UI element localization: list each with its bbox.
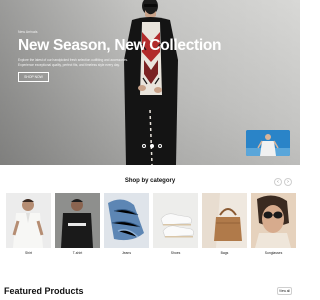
category-card-tshirt[interactable]: T-shirt <box>55 193 100 257</box>
hero-banner: New Arrivals New Season, New Collection … <box>0 0 300 165</box>
shop-by-category-title: Shop by category <box>124 178 176 184</box>
category-carousel: Shirt T-shirt Jeans Shoes Bags Sunglasse… <box>6 193 296 258</box>
category-prev-button[interactable]: ‹ <box>274 178 282 186</box>
hero-thumbnail-image[interactable] <box>246 130 290 156</box>
featured-products-title: Featured Products <box>4 286 84 296</box>
carousel-dot-2[interactable] <box>150 144 154 148</box>
category-image-jeans <box>104 193 149 248</box>
category-image-shoes <box>153 193 198 248</box>
hero-model-image <box>124 0 178 165</box>
category-label: Bags <box>220 251 229 255</box>
view-all-button[interactable]: View all <box>277 287 292 295</box>
chevron-left-icon: ‹ <box>277 179 279 185</box>
category-image-shirt <box>6 193 51 248</box>
carousel-dot-1[interactable] <box>142 144 146 148</box>
hero-title: New Season, New Collection <box>18 37 222 54</box>
carousel-dots <box>142 144 162 148</box>
category-label: Sunglasses <box>264 251 283 255</box>
category-image-tshirt <box>55 193 100 248</box>
category-label: Jeans <box>121 251 132 255</box>
category-label: Shirt <box>25 251 32 255</box>
shop-now-button[interactable]: SHOP NOW <box>18 72 49 82</box>
category-label: Shoes <box>170 251 181 255</box>
category-card-shoes[interactable]: Shoes <box>153 193 198 257</box>
category-image-sunglasses <box>251 193 296 248</box>
category-next-button[interactable]: › <box>284 178 292 186</box>
carousel-dot-3[interactable] <box>158 144 162 148</box>
chevron-right-icon: › <box>287 179 289 185</box>
category-image-bags <box>202 193 247 248</box>
hero-description: Explore the latest of our handpicked fre… <box>18 58 129 67</box>
hero-kicker: New Arrivals <box>18 30 38 34</box>
category-card-sunglasses[interactable]: Sunglasses <box>251 193 296 257</box>
category-card-shirt[interactable]: Shirt <box>6 193 51 257</box>
category-label: T-shirt <box>72 251 83 255</box>
category-card-bags[interactable]: Bags <box>202 193 247 257</box>
category-card-jeans[interactable]: Jeans <box>104 193 149 257</box>
